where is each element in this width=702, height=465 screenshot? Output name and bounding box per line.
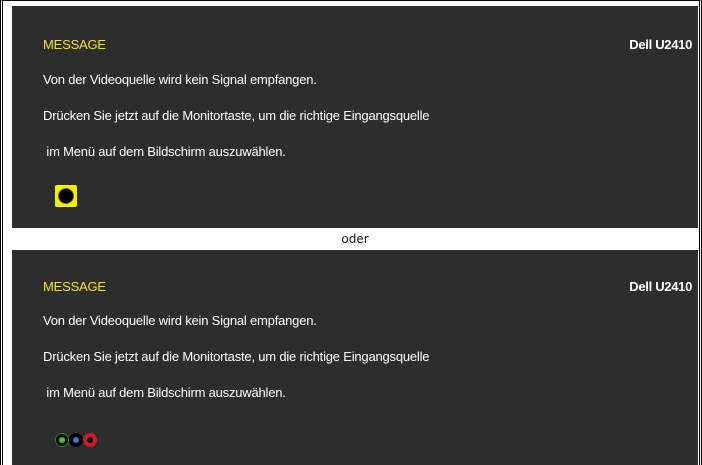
monitor-model: Dell U2410 — [629, 279, 692, 294]
green-connector-icon — [55, 433, 69, 447]
osd-message-panel-component: MESSAGE Dell U2410 Von der Videoquelle w… — [12, 250, 698, 465]
separator-text: oder — [341, 232, 369, 246]
message-line-3: im Menü auf dem Bildschirm auszuwählen. — [43, 144, 286, 159]
message-title: MESSAGE — [43, 37, 106, 52]
message-line-1: Von der Videoquelle wird kein Signal emp… — [43, 313, 317, 328]
osd-message-panel-vga: MESSAGE Dell U2410 Von der Videoquelle w… — [12, 6, 698, 228]
message-line-3: im Menü auf dem Bildschirm auszuwählen. — [43, 385, 286, 400]
blue-connector-icon — [69, 433, 83, 447]
vga-connector-icon — [55, 185, 77, 207]
monitor-model: Dell U2410 — [629, 37, 692, 52]
message-line-2: Drücken Sie jetzt auf die Monitortaste, … — [43, 349, 430, 364]
red-connector-icon — [83, 433, 97, 447]
component-rgb-connector-icon — [55, 433, 97, 447]
message-line-1: Von der Videoquelle wird kein Signal emp… — [43, 72, 317, 87]
message-line-2: Drücken Sie jetzt auf die Monitortaste, … — [43, 108, 430, 123]
message-title: MESSAGE — [43, 279, 106, 294]
